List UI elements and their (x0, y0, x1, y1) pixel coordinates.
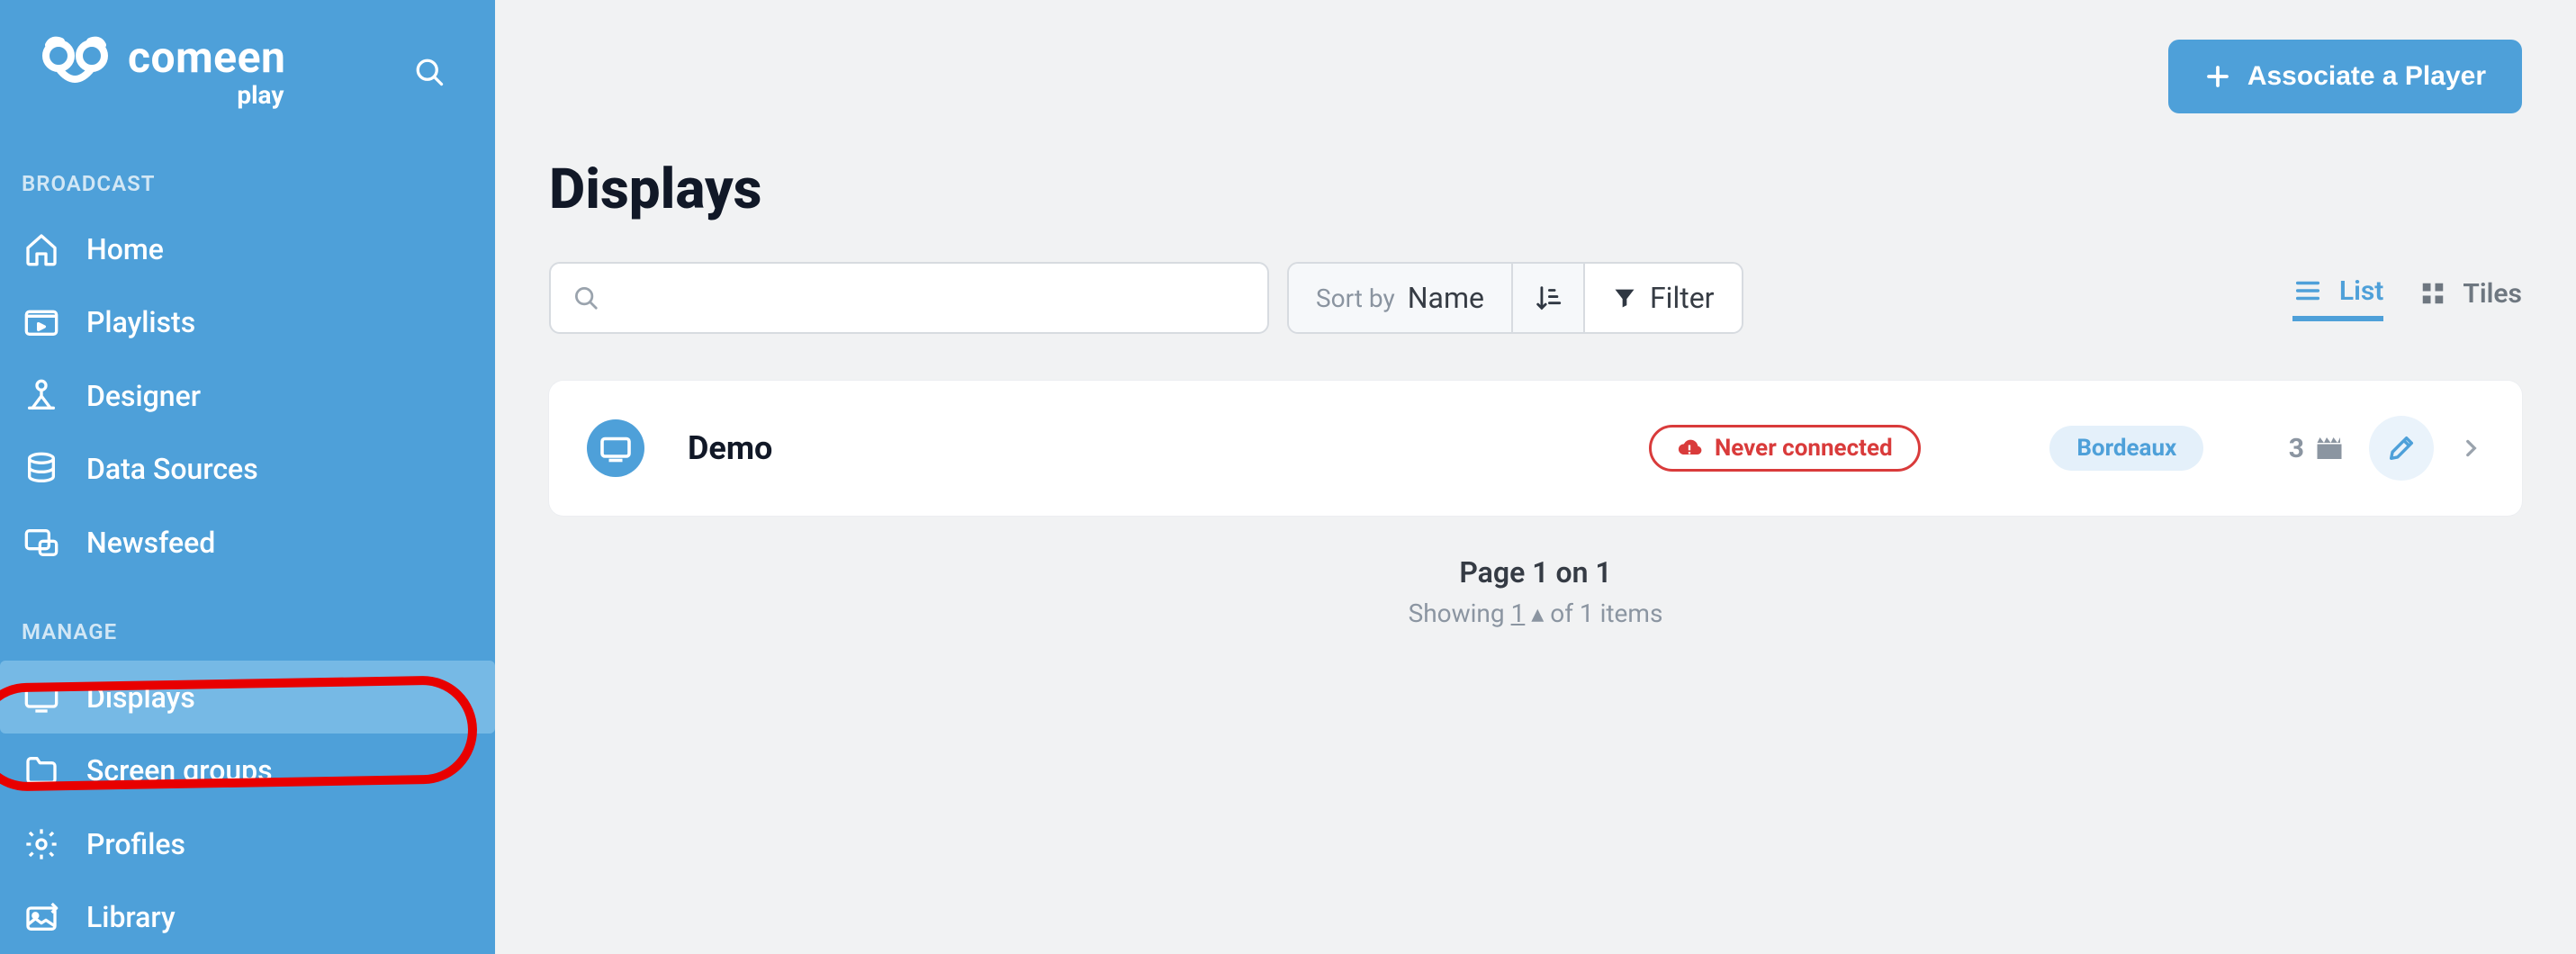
filter-icon (1612, 285, 1637, 310)
pencil-icon (2386, 433, 2417, 464)
sidebar-item-profiles[interactable]: Profiles (0, 807, 495, 881)
main: Associate a Player Displays Sort by Name… (495, 0, 2576, 954)
brand-sub: play (128, 83, 285, 108)
sidebar-item-datasources[interactable]: Data Sources (0, 433, 495, 507)
search-icon (572, 284, 599, 311)
sidebar-item-label: Home (86, 232, 164, 266)
sidebar-item-label: Playlists (86, 305, 195, 339)
section-label-broadcast: Broadcast (0, 171, 495, 212)
playlist-count: 3 (2289, 432, 2346, 464)
page-title: Displays (549, 157, 2522, 222)
sidebar-item-displays[interactable]: Displays (0, 661, 495, 734)
sidebar-item-newsfeed[interactable]: Newsfeed (0, 506, 495, 580)
playlists-icon (22, 302, 61, 342)
list-icon (2292, 275, 2323, 306)
sidebar-item-label: Displays (86, 680, 195, 715)
designer-icon (22, 376, 61, 416)
associate-player-button[interactable]: Associate a Player (2168, 40, 2522, 113)
library-icon (22, 897, 61, 937)
home-icon (22, 230, 61, 269)
display-row-name: Demo (688, 429, 772, 467)
status-badge-never-connected: Never connected (1649, 425, 1921, 472)
sidebar-item-library[interactable]: Library (0, 880, 495, 954)
sidebar-item-label: Library (86, 900, 176, 934)
view-tabs: List Tiles (2292, 275, 2522, 321)
brand-row: comeen play (0, 36, 495, 108)
controls-row: Sort by Name Filter List Tiles (549, 262, 2522, 334)
pagination-count-link[interactable]: 1 (1511, 598, 1526, 628)
display-row[interactable]: Demo Never connected Bordeaux 3 (549, 381, 2522, 516)
sidebar-item-label: Screen groups (86, 753, 273, 788)
cloud-alert-icon (1677, 436, 1702, 461)
sort-asc-icon (1533, 283, 1563, 313)
display-icon (22, 678, 61, 717)
pagination-showing: Showing 1 ▴ of 1 items (549, 598, 2522, 628)
edit-button[interactable] (2369, 416, 2434, 481)
chevron-right-icon[interactable] (2457, 435, 2484, 462)
view-tab-tiles[interactable]: Tiles (2419, 275, 2522, 321)
sort-direction-button[interactable] (1513, 264, 1585, 332)
brand[interactable]: comeen play (36, 36, 285, 108)
tiles-icon (2419, 280, 2446, 307)
pagination: Page 1 on 1 Showing 1 ▴ of 1 items (549, 555, 2522, 628)
sidebar-item-label: Data Sources (86, 452, 258, 486)
topbar: Associate a Player (549, 40, 2522, 113)
brand-text: comeen play (128, 36, 285, 108)
pagination-page: Page 1 on 1 (549, 555, 2522, 590)
global-search-button[interactable] (409, 51, 450, 93)
filter-button[interactable]: Filter (1585, 264, 1742, 332)
sidebar-item-designer[interactable]: Designer (0, 359, 495, 433)
view-tab-label: Tiles (2463, 278, 2522, 310)
brand-logo-icon (36, 36, 117, 99)
newsfeed-icon (22, 523, 61, 562)
sidebar-item-playlists[interactable]: Playlists (0, 286, 495, 360)
count-value: 3 (2289, 433, 2304, 464)
location-tag[interactable]: Bordeaux (2049, 426, 2203, 471)
filter-label: Filter (1650, 281, 1715, 315)
clapboard-icon (2313, 432, 2346, 464)
display-search-input[interactable] (617, 282, 1246, 314)
sort-prefix: Sort by (1316, 284, 1395, 313)
gear-icon (22, 824, 61, 864)
sort-field-button[interactable]: Sort by Name (1289, 264, 1513, 332)
folder-icon (22, 751, 61, 790)
sidebar-item-home[interactable]: Home (0, 212, 495, 286)
sidebar-item-label: Profiles (86, 827, 185, 861)
view-tab-list[interactable]: List (2292, 275, 2384, 321)
sidebar-item-label: Designer (86, 379, 201, 413)
plus-icon (2204, 63, 2231, 90)
sort-value: Name (1408, 281, 1484, 315)
status-text: Never connected (1715, 435, 1893, 462)
database-icon (22, 449, 61, 489)
display-search-box[interactable] (549, 262, 1269, 334)
brand-name: comeen (128, 36, 285, 79)
section-label-manage: Manage (0, 619, 495, 661)
sidebar-item-screengroups[interactable]: Screen groups (0, 734, 495, 807)
location-tag-label: Bordeaux (2076, 435, 2176, 462)
associate-player-label: Associate a Player (2247, 61, 2486, 92)
sidebar-item-label: Newsfeed (86, 526, 215, 560)
sidebar: comeen play Broadcast Home Playlists Des… (0, 0, 495, 954)
view-tab-label: List (2339, 275, 2384, 307)
sort-filter-group: Sort by Name Filter (1287, 262, 1743, 334)
display-row-icon (587, 419, 644, 477)
